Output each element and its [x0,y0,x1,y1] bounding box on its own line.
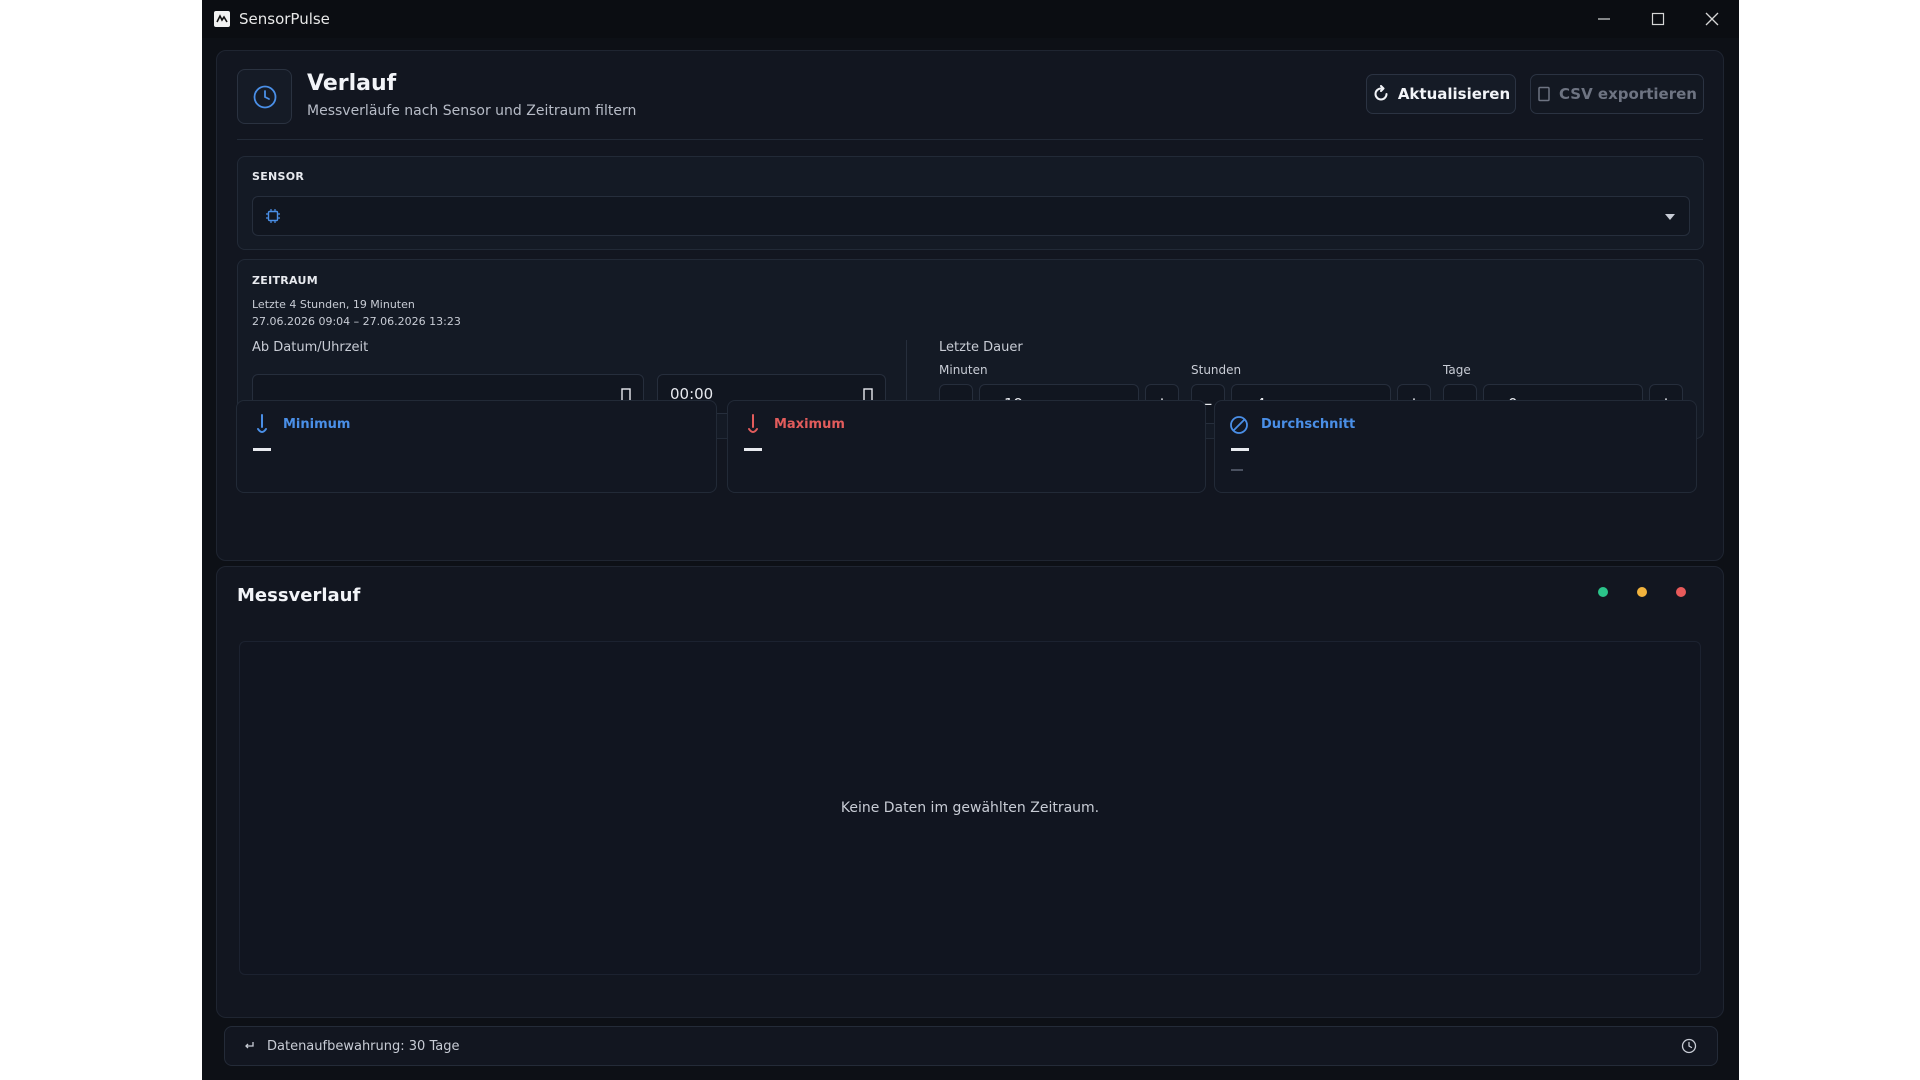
average-icon [1230,416,1248,434]
chip-icon [266,209,280,223]
chart-area: Keine Daten im gewählten Zeitraum. [239,641,1701,975]
header-icon-box [237,69,292,124]
minimum-value [253,448,271,451]
zeitraum-range: 27.06.2026 09:04 – 27.06.2026 13:23 [252,315,461,328]
file-icon [1538,86,1550,102]
average-label: Durchschnitt [1261,417,1356,432]
hours-label: Stunden [1191,363,1242,377]
average-value [1231,448,1249,451]
app-window: SensorPulse Verlauf Messverläufe nach Se… [202,0,1739,1080]
minimum-card: Minimum [236,400,717,493]
export-csv-button[interactable]: CSV exportieren [1530,74,1704,114]
close-icon [1705,12,1719,26]
status-footer: Datenaufbewahrung: 30 Tage [224,1026,1718,1066]
sensor-label: SENSOR [252,170,305,183]
header-divider [237,139,1703,140]
days-label: Tage [1443,363,1471,377]
chart-panel: Messverlauf Keine Daten im gewählten Zei… [216,566,1724,1018]
thermometer-high-icon [748,414,758,433]
minimize-icon [1598,18,1610,20]
sensor-card: SENSOR [237,156,1704,250]
empty-message: Keine Daten im gewählten Zeitraum. [840,800,1100,816]
refresh-button-label: Aktualisieren [1397,85,1511,103]
retention-text: Datenaufbewahrung: 30 Tage [267,1039,460,1054]
title-bar: SensorPulse [202,0,1739,38]
close-button[interactable] [1685,0,1739,38]
minimum-label: Minimum [283,417,351,432]
duration-label: Letzte Dauer [939,340,1023,355]
maximum-value [744,448,762,451]
page-title: Verlauf [307,71,397,96]
app-logo-icon [214,11,230,27]
minimize-button[interactable] [1577,0,1631,38]
maximum-label: Maximum [774,417,845,432]
app-title: SensorPulse [239,10,330,28]
page-subtitle: Messverläufe nach Sensor und Zeitraum fi… [307,103,637,119]
from-datetime-label: Ab Datum/Uhrzeit [252,340,369,355]
average-secondary-value [1231,469,1243,471]
status-dot-red [1676,587,1686,597]
zeitraum-label: ZEITRAUM [252,274,319,287]
thermometer-low-icon [257,414,267,433]
status-dot-green [1598,587,1608,597]
export-csv-label: CSV exportieren [1559,85,1697,103]
maximum-card: Maximum [727,400,1206,493]
chart-title: Messverlauf [237,585,361,606]
average-card: Durchschnitt [1214,400,1697,493]
maximize-icon [1651,12,1665,26]
refresh-button[interactable]: Aktualisieren [1366,74,1516,114]
zeitraum-summary: Letzte 4 Stunden, 19 Minuten [252,298,415,311]
status-dot-yellow [1637,587,1647,597]
clock-icon[interactable] [1681,1038,1697,1054]
sensor-select[interactable] [252,196,1690,236]
clock-icon [253,85,276,108]
caret-down-icon [1665,214,1675,220]
return-icon [245,1042,254,1049]
refresh-icon [1374,85,1388,101]
maximize-button[interactable] [1631,0,1685,38]
minutes-label: Minuten [939,363,988,377]
